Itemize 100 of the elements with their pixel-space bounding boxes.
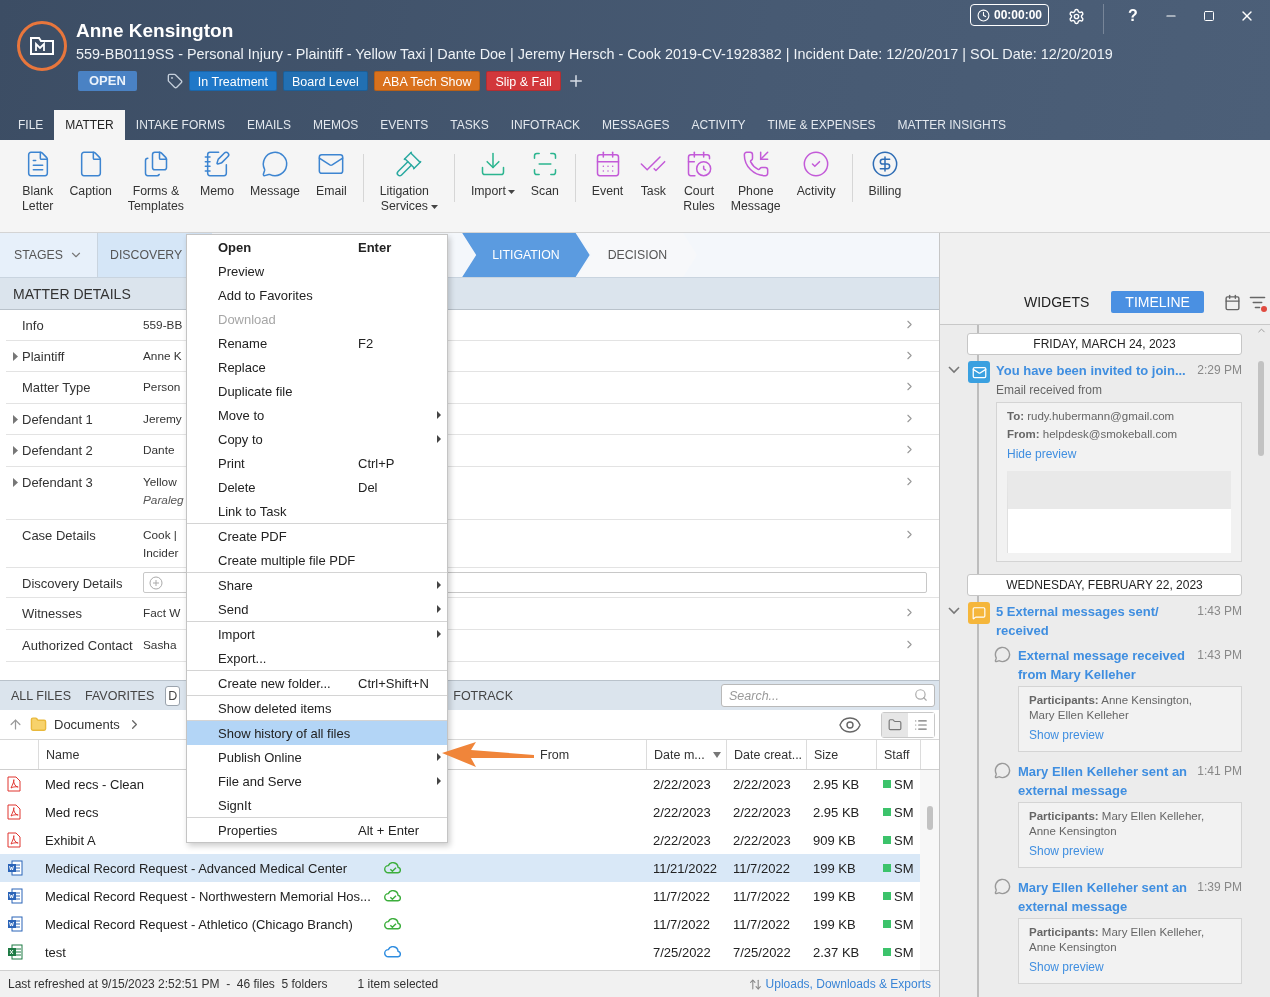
add-circle-icon[interactable] (149, 575, 163, 590)
ribbon-button[interactable]: Activity (788, 150, 844, 199)
menu-item[interactable]: Show history of all files (187, 720, 447, 745)
expand-triangle-icon[interactable] (13, 446, 18, 455)
column-header[interactable]: Date creat... (734, 747, 803, 762)
date-created: 11/7/2022 (733, 888, 790, 904)
file-name: Medical Record Request - Northwestern Memorial Hos... (45, 888, 371, 904)
scrollbar-thumb[interactable] (1258, 361, 1264, 456)
expand-triangle-icon[interactable] (13, 415, 18, 424)
search-field[interactable]: Search... (721, 684, 935, 707)
menu-item[interactable]: Open Enter (187, 235, 447, 259)
help-button[interactable]: ? (1114, 4, 1152, 28)
menu-item[interactable]: Link to Task (187, 499, 447, 523)
speech-bubble-icon (994, 646, 1011, 663)
breadcrumb-item[interactable]: Documents (54, 717, 120, 732)
staff-status-icon (883, 836, 891, 844)
menu-item[interactable]: Delete Del (187, 475, 447, 499)
scrollbar-thumb[interactable] (927, 806, 933, 830)
column-header[interactable]: Date m... (654, 747, 705, 762)
ribbon-button[interactable]: Message (242, 150, 308, 199)
nav-tab[interactable]: INFOTRACK (499, 110, 592, 140)
menu-item[interactable]: Rename F2 (187, 331, 447, 355)
menu-item[interactable]: Move to (187, 403, 447, 427)
files-tab[interactable]: ALL FILES (8, 685, 74, 706)
files-tab[interactable]: FOTRACK (450, 685, 516, 706)
ribbon-button[interactable]: Litigation Services (371, 150, 446, 214)
detail-text: To: rudy.hubermann@gmail.com (1007, 409, 1176, 424)
menu-item[interactable]: SignIt (187, 793, 447, 817)
nav-tab[interactable]: FILE (7, 110, 55, 140)
menu-item[interactable]: Create new folder... Ctrl+Shift+N (187, 670, 447, 695)
collapse-chevron-icon[interactable] (948, 607, 960, 615)
search-icon (914, 688, 928, 702)
menu-item[interactable]: Publish Online (187, 745, 447, 769)
folder-view-button[interactable] (882, 712, 908, 737)
ribbon-button[interactable]: Memo (191, 150, 243, 199)
nav-tab[interactable]: MATTER (54, 110, 125, 140)
expand-triangle-icon[interactable] (13, 352, 18, 361)
menu-item[interactable]: Send (187, 597, 447, 621)
menu-item[interactable]: Print Ctrl+P (187, 451, 447, 475)
staff-initials: SM (894, 804, 914, 820)
nav-tab[interactable]: INTAKE FORMS (124, 110, 236, 140)
column-header[interactable]: Size (814, 747, 839, 762)
menu-item[interactable]: Copy to (187, 427, 447, 451)
folder-icon (888, 717, 902, 732)
timer-button[interactable]: 00:00:00 (969, 4, 1049, 26)
detail-value: Dante (143, 443, 175, 457)
nav-tab[interactable]: ACTIVITY (680, 110, 757, 140)
ribbon-button[interactable]: Task (631, 150, 676, 199)
tag-icon[interactable] (166, 73, 183, 89)
column-header[interactable]: Name (46, 747, 80, 762)
ribbon-button[interactable]: Blank Letter (14, 150, 62, 214)
menu-item[interactable]: Properties Alt + Enter (187, 817, 447, 842)
ribbon-button[interactable]: Forms & Templates (119, 150, 192, 214)
ribbon-button[interactable]: Phone Message (722, 150, 789, 214)
menu-item[interactable]: Replace (187, 355, 447, 379)
date-modified: 11/21/2022 (653, 860, 718, 876)
collapse-chevron-icon[interactable] (948, 366, 960, 374)
ribbon-button[interactable]: Caption (61, 150, 120, 199)
ribbon-button[interactable]: Email (307, 150, 355, 199)
ribbon-button[interactable]: Scan (522, 150, 567, 199)
menu-item[interactable]: Create multiple file PDF (187, 548, 447, 572)
expand-triangle-icon[interactable] (13, 478, 18, 487)
menu-item[interactable]: Create PDF (187, 523, 447, 548)
up-arrow-icon[interactable] (8, 717, 23, 732)
menu-item[interactable]: Export... (187, 646, 447, 670)
nav-tab[interactable]: TIME & EXPENSES (756, 110, 887, 140)
files-tab[interactable]: FAVORITES (82, 685, 158, 706)
stages-button[interactable]: STAGES (0, 233, 98, 277)
matter-tag[interactable]: Board Level (283, 71, 368, 91)
files-tab[interactable]: D (165, 685, 181, 706)
column-header[interactable]: From (540, 747, 570, 762)
panel-tab[interactable]: WIDGETS (1010, 291, 1104, 313)
staff-initials: SM (894, 944, 914, 960)
ribbon-button[interactable]: Billing (860, 150, 910, 199)
menu-item[interactable]: Share (187, 572, 447, 597)
calendar-icon[interactable] (1223, 293, 1241, 311)
nav-tab[interactable]: EMAILS (235, 110, 302, 140)
matter-tag[interactable]: Slip & Fall (486, 71, 561, 91)
menu-item[interactable]: Preview (187, 259, 447, 283)
nav-tab[interactable]: MATTER INSIGHTS (886, 110, 1017, 140)
nav-tab[interactable]: EVENTS (369, 110, 440, 140)
matter-tag[interactable]: In Treatment (188, 71, 278, 91)
detail-value: 559-BB (143, 318, 183, 332)
nav-tab[interactable]: MEMOS (301, 110, 370, 140)
file-name: test (45, 944, 66, 960)
scrollbar[interactable] (920, 770, 939, 970)
transfers-link[interactable]: Uploads, Downloads & Exports (748, 977, 931, 991)
nav-tab[interactable]: TASKS (439, 110, 500, 140)
menu-item[interactable]: Duplicate file (187, 379, 447, 403)
menu-item[interactable]: Import (187, 621, 447, 646)
menu-item[interactable]: File and Serve (187, 769, 447, 793)
menu-item[interactable]: Show deleted items (187, 695, 447, 720)
ribbon-button[interactable]: Import (462, 150, 523, 199)
speech-bubble-icon (994, 878, 1011, 895)
menu-item[interactable]: Add to Favorites (187, 283, 447, 307)
ribbon-button[interactable]: Event (583, 150, 632, 199)
submenu-arrow-icon (437, 411, 441, 419)
column-header[interactable]: Staff (884, 747, 910, 762)
ribbon-button[interactable]: Court Rules (675, 150, 723, 214)
nav-tab[interactable]: MESSAGES (591, 110, 681, 140)
